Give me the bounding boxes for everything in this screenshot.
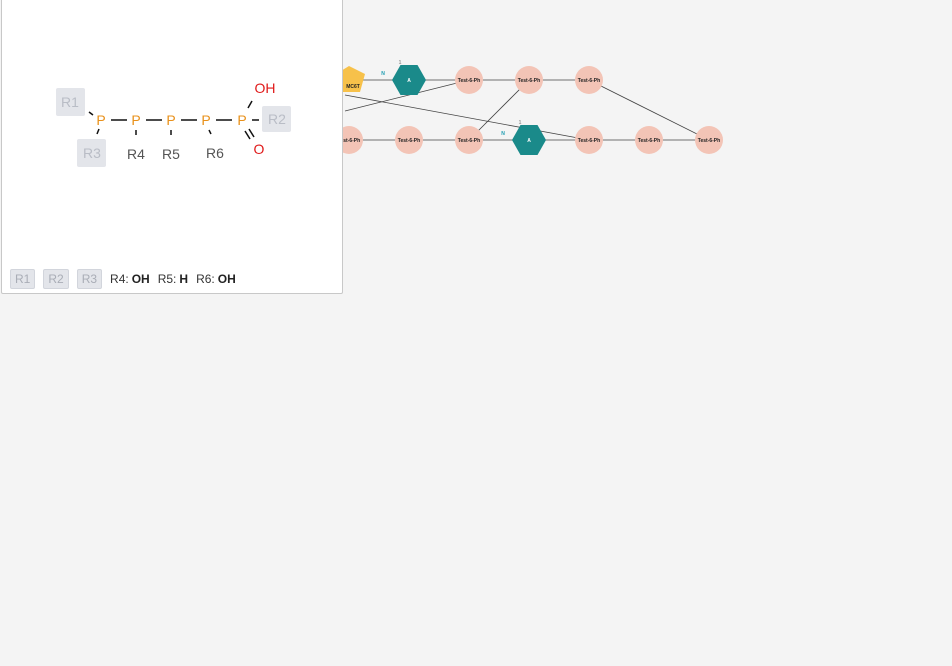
- bond: [247, 100, 253, 109]
- legend-chip-r1[interactable]: R1: [10, 269, 36, 289]
- atom-r1[interactable]: R1: [61, 94, 79, 110]
- node-top-hexagon[interactable]: A: [392, 65, 426, 95]
- node-top-circle-3[interactable]: Test-6-Ph: [575, 66, 603, 94]
- legend-chip-r3[interactable]: R3: [76, 269, 103, 289]
- atom-o[interactable]: O: [254, 141, 265, 157]
- legend-key: R5:: [157, 272, 177, 286]
- atom-r2[interactable]: R2: [268, 111, 286, 127]
- node-bottom-circle-2[interactable]: Test-6-Ph: [455, 126, 483, 154]
- node-label: Test-6-Ph: [638, 138, 660, 144]
- node-bottom-hexagon[interactable]: A: [512, 125, 546, 155]
- node-label: Test-6-Ph: [458, 138, 480, 144]
- atom-p[interactable]: P: [237, 112, 246, 128]
- structure-svg: R1 R3 R2 P P P P P R4 R5 R6 OH O: [56, 80, 291, 167]
- node-label: Test-6-Ph: [578, 138, 600, 144]
- bond: [96, 128, 100, 135]
- legend-value: OH: [217, 272, 236, 286]
- legend-key: R6:: [196, 272, 215, 286]
- legend-key: R4:: [110, 272, 129, 286]
- atom-r3[interactable]: R3: [83, 145, 101, 161]
- node-label: Test-6-Ph: [698, 138, 720, 144]
- node-label: Test-6-Ph: [398, 138, 420, 144]
- node-top-circle-1[interactable]: Test-6-Ph: [455, 66, 483, 94]
- node-bottom-circle-1[interactable]: Test-6-Ph: [395, 126, 423, 154]
- atom-p[interactable]: P: [96, 112, 105, 128]
- bond: [244, 130, 251, 140]
- node-label: Test-6-Ph: [458, 78, 480, 84]
- atom-p[interactable]: P: [131, 112, 140, 128]
- node-bottom-circle-3[interactable]: Test-6-Ph: [575, 126, 603, 154]
- node-label: MC6T: [346, 84, 360, 90]
- bond: [248, 128, 255, 138]
- node-label: Test-6-Ph: [518, 78, 540, 84]
- node-label: A: [407, 78, 411, 84]
- atom-p[interactable]: P: [201, 112, 210, 128]
- edge-label: N: [381, 71, 385, 77]
- node-bottom-circle-5[interactable]: Test-6-Ph: [695, 126, 723, 154]
- atom-r5[interactable]: R5: [162, 146, 180, 162]
- atom-oh[interactable]: OH: [255, 80, 276, 96]
- legend-value: OH: [131, 272, 150, 286]
- atom-r4[interactable]: R4: [127, 146, 145, 162]
- atom-r6[interactable]: R6: [206, 145, 224, 161]
- legend-item-r5: R5: H: [158, 272, 188, 286]
- node-label: Test-6-Ph: [578, 78, 600, 84]
- atom-p[interactable]: P: [166, 112, 175, 128]
- r-group-legend: R1 R2 R3 R4: OH R5: H R6: OH: [10, 269, 236, 289]
- bond: [88, 111, 94, 116]
- node-label: A: [527, 138, 531, 144]
- node-bottom-circle-4[interactable]: Test-6-Ph: [635, 126, 663, 154]
- legend-item-r4: R4: OH: [110, 272, 150, 286]
- legend-value: H: [179, 272, 189, 286]
- legend-chip-r2[interactable]: R2: [43, 269, 69, 289]
- legend-item-r6: R6: OH: [196, 272, 236, 286]
- structure-popup: R1 R3 R2 P P P P P R4 R5 R6 OH O R1 R2 R…: [1, 0, 343, 294]
- edge-label: N: [501, 131, 505, 137]
- node-top-circle-2[interactable]: Test-6-Ph: [515, 66, 543, 94]
- bond: [208, 129, 212, 135]
